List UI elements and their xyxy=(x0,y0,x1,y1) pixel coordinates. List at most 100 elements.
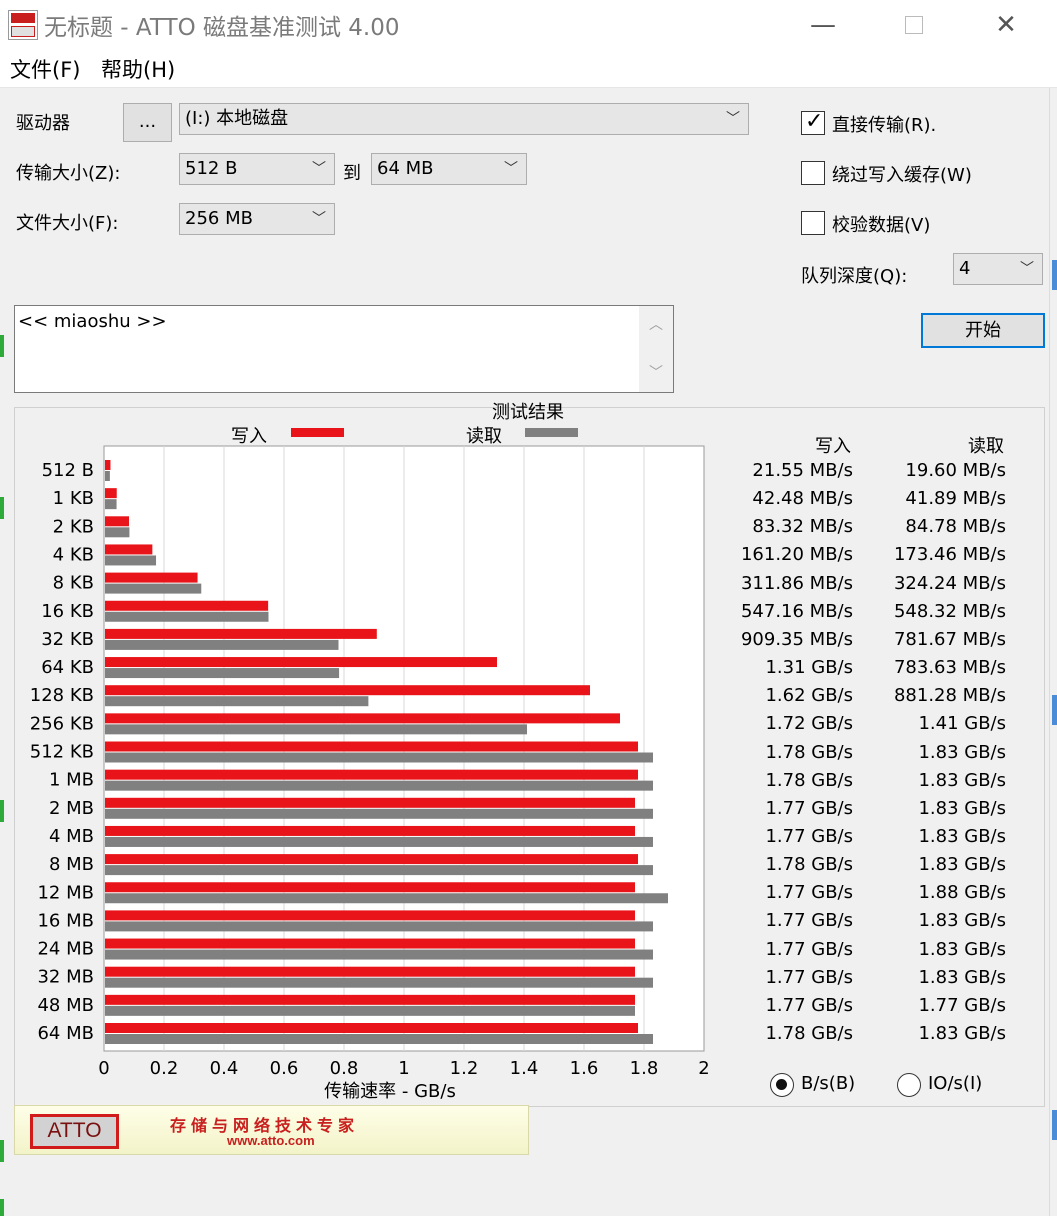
read-rate-cell: 1.77 GB/s xyxy=(918,994,1006,1016)
x-tick-label: 1.6 xyxy=(570,1058,599,1079)
read-bar xyxy=(105,696,369,707)
queue-depth-label: 队列深度(Q): xyxy=(801,266,908,287)
direct-io-label[interactable]: 直接传输(R). xyxy=(832,111,936,137)
drive-select-value: (I:) 本地磁盘 xyxy=(185,108,289,129)
read-bar xyxy=(105,977,653,988)
verify-data-label[interactable]: 校验数据(V) xyxy=(832,211,930,237)
write-rate-cell: 161.20 MB/s xyxy=(740,544,853,566)
x-tick-label: 0.2 xyxy=(150,1058,179,1079)
write-bar xyxy=(105,488,117,499)
background-window-edge xyxy=(0,1140,4,1162)
scroll-down-icon[interactable]: ﹀ xyxy=(649,362,663,382)
read-bar xyxy=(105,949,653,960)
window-edge xyxy=(1049,88,1057,1216)
background-window-edge xyxy=(1052,1110,1057,1140)
file-size-select[interactable]: 256 MB ﹀ xyxy=(179,203,335,235)
y-tick-label: 24 MB xyxy=(37,939,94,960)
y-tick-label: 8 MB xyxy=(49,854,94,875)
y-tick-label: 12 MB xyxy=(37,882,94,903)
start-button[interactable]: 开始 xyxy=(921,313,1045,348)
queue-depth-select[interactable]: 4 ﹀ xyxy=(953,253,1043,285)
transfer-min-select[interactable]: 512 B ﹀ xyxy=(179,153,335,185)
read-bar xyxy=(105,639,339,650)
file-size-value: 256 MB xyxy=(185,208,253,229)
verify-data-checkbox[interactable] xyxy=(801,211,825,235)
read-rate-cell: 1.83 GB/s xyxy=(918,797,1006,819)
y-tick-label: 4 MB xyxy=(49,826,94,847)
write-bar xyxy=(105,966,635,977)
write-bar xyxy=(105,741,638,752)
menu-help[interactable]: 帮助(H) xyxy=(101,54,175,84)
write-rate-cell: 909.35 MB/s xyxy=(740,628,853,650)
bytes-per-second-radio[interactable] xyxy=(770,1073,794,1097)
write-rate-cell: 1.72 GB/s xyxy=(765,713,853,735)
bytes-per-second-label[interactable]: B/s(B) xyxy=(801,1073,855,1094)
write-rate-cell: 1.77 GB/s xyxy=(765,825,853,847)
write-rate-cell: 1.77 GB/s xyxy=(765,938,853,960)
read-rate-cell: 1.83 GB/s xyxy=(918,769,1006,791)
file-size-label: 文件大小(F): xyxy=(16,213,119,234)
x-tick-label: 1.8 xyxy=(630,1058,659,1079)
bypass-write-cache-label[interactable]: 绕过写入缓存(W) xyxy=(832,161,972,187)
read-rate-cell: 1.83 GB/s xyxy=(918,825,1006,847)
transfer-max-select[interactable]: 64 MB ﹀ xyxy=(371,153,527,185)
write-rate-cell: 83.32 MB/s xyxy=(752,516,853,538)
banner-url[interactable]: www.atto.com xyxy=(227,1133,315,1148)
read-bar xyxy=(105,893,668,904)
write-rate-cell: 547.16 MB/s xyxy=(740,600,853,622)
y-tick-label: 1 KB xyxy=(53,488,94,509)
write-bar xyxy=(105,825,635,836)
window-title: 无标题 - ATTO 磁盘基准测试 4.00 xyxy=(44,15,400,41)
x-tick-label: 0.4 xyxy=(210,1058,239,1079)
scroll-up-icon[interactable]: ︿ xyxy=(649,314,663,334)
write-rate-cell: 1.77 GB/s xyxy=(765,910,853,932)
write-bar xyxy=(105,713,620,724)
read-bar xyxy=(105,668,340,679)
y-tick-label: 4 KB xyxy=(53,544,94,565)
read-rate-cell: 324.24 MB/s xyxy=(893,572,1006,594)
y-tick-label: 512 KB xyxy=(30,742,94,763)
read-bar xyxy=(105,1034,653,1044)
write-bar xyxy=(105,657,497,668)
browse-button[interactable]: ... xyxy=(123,103,172,142)
write-rate-cell: 42.48 MB/s xyxy=(752,488,853,510)
write-rate-cell: 1.77 GB/s xyxy=(765,994,853,1016)
read-bar xyxy=(105,499,117,510)
write-bar xyxy=(105,460,111,470)
drive-select[interactable]: (I:) 本地磁盘 ﹀ xyxy=(179,103,749,135)
description-textarea[interactable]: << miaoshu >> ︿ ﹀ xyxy=(14,305,674,393)
title-bar[interactable]: 无标题 - ATTO 磁盘基准测试 4.00 — ✕ xyxy=(0,0,1057,50)
read-bar xyxy=(105,836,653,847)
read-bar xyxy=(105,780,653,791)
y-tick-label: 2 MB xyxy=(49,798,94,819)
read-rate-cell: 881.28 MB/s xyxy=(893,685,1006,707)
write-bar xyxy=(105,1023,638,1033)
x-tick-label: 0 xyxy=(98,1058,109,1079)
close-button[interactable]: ✕ xyxy=(960,0,1052,50)
read-rate-cell: 41.89 MB/s xyxy=(905,488,1006,510)
background-window-edge xyxy=(1052,695,1057,725)
read-rate-cell: 1.83 GB/s xyxy=(918,910,1006,932)
maximize-button[interactable] xyxy=(868,0,960,50)
x-tick-label: 0.8 xyxy=(330,1058,359,1079)
write-bar xyxy=(105,994,635,1005)
read-bar xyxy=(105,752,653,763)
chevron-down-icon: ﹀ xyxy=(1020,261,1034,277)
results-title: 测试结果 xyxy=(492,402,564,423)
write-bar xyxy=(105,685,590,696)
write-rate-cell: 1.78 GB/s xyxy=(765,1023,853,1044)
write-bar xyxy=(105,572,198,583)
minimize-button[interactable]: — xyxy=(777,0,869,50)
read-rate-cell: 783.63 MB/s xyxy=(893,657,1006,679)
io-per-second-label[interactable]: IO/s(I) xyxy=(928,1073,982,1094)
read-rate-cell: 19.60 MB/s xyxy=(905,460,1006,481)
io-per-second-radio[interactable] xyxy=(897,1073,921,1097)
read-rate-cell: 173.46 MB/s xyxy=(893,544,1006,566)
write-bar xyxy=(105,544,153,555)
description-scrollbar[interactable]: ︿ ﹀ xyxy=(639,306,673,392)
direct-io-checkbox[interactable]: ✓ xyxy=(801,109,825,135)
x-tick-label: 2 xyxy=(698,1058,709,1079)
menu-file[interactable]: 文件(F) xyxy=(10,54,80,84)
atto-banner[interactable]: ATTO 存储与网络技术专家 www.atto.com xyxy=(14,1105,529,1155)
bypass-write-cache-checkbox[interactable] xyxy=(801,161,825,185)
